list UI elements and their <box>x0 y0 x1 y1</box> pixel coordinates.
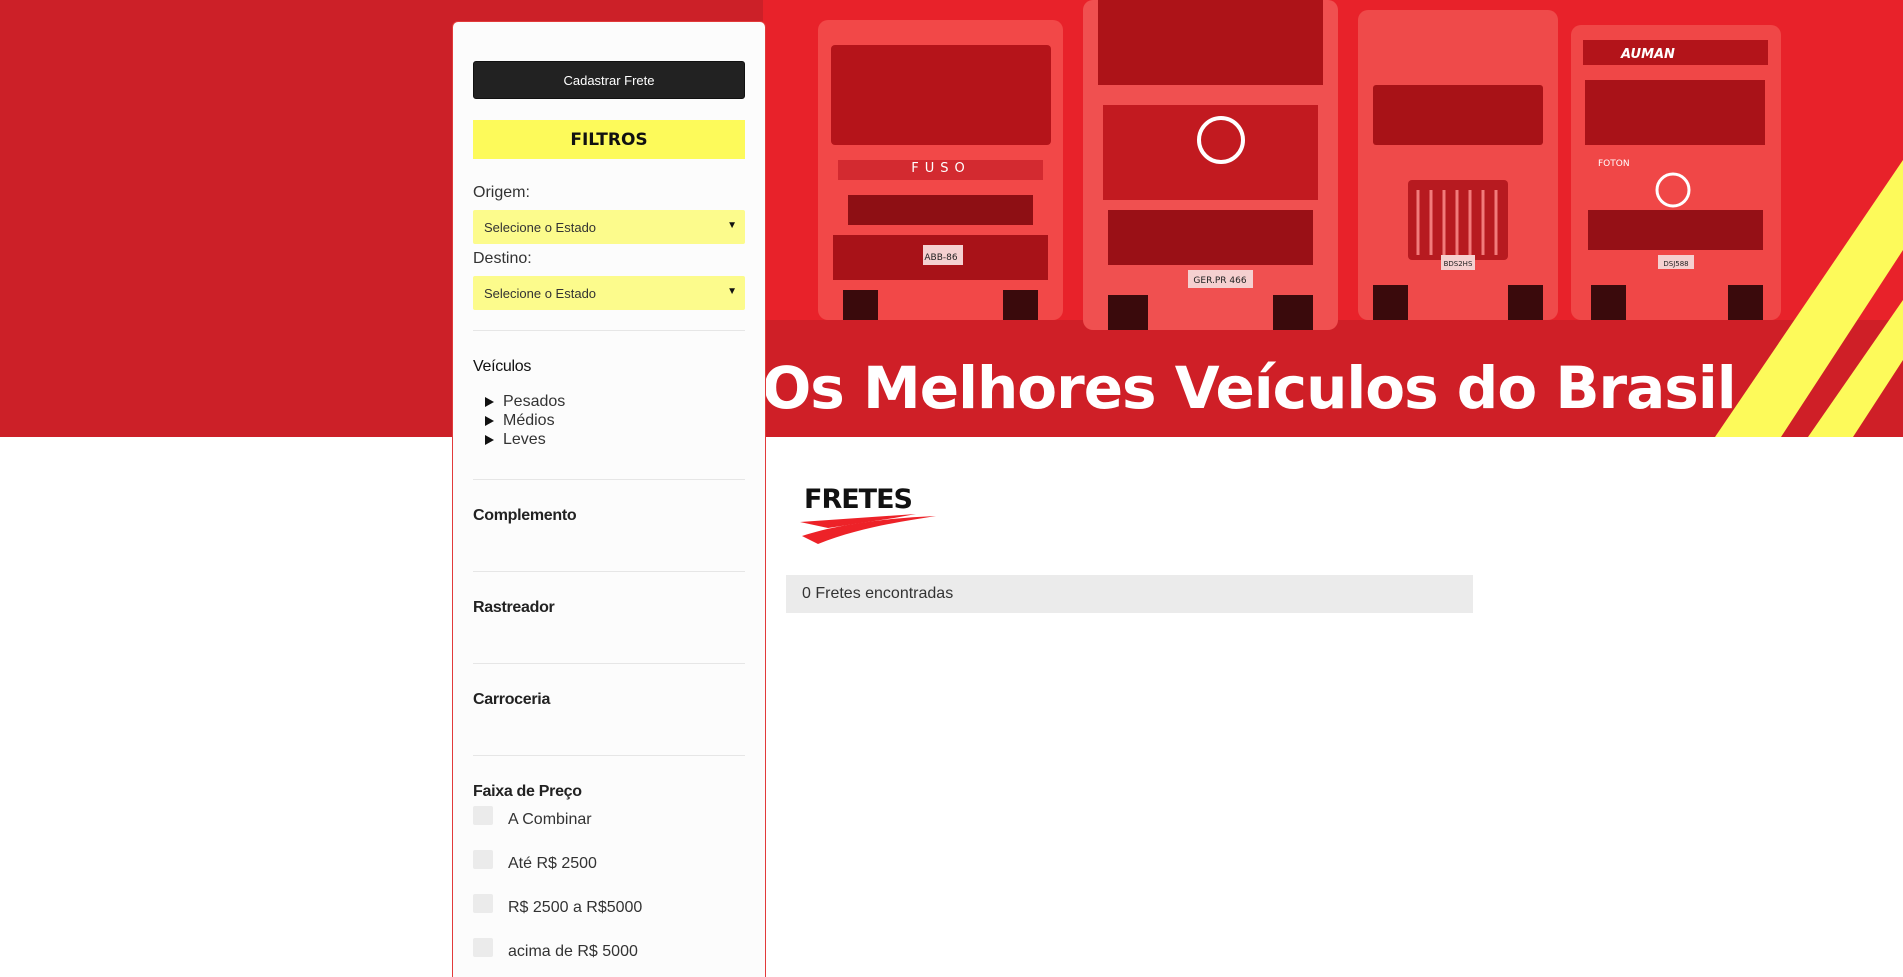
expand-triangle-icon <box>485 397 494 407</box>
divider <box>473 330 745 331</box>
divider <box>473 571 745 572</box>
origin-select[interactable]: Selecione o Estado ▼ <box>473 210 745 244</box>
register-freight-button[interactable]: Cadastrar Frete <box>473 61 745 99</box>
hero-title: Os Melhores Veículos do Brasil <box>762 354 1737 422</box>
truck-2-plate: GER.PR 466 <box>1193 276 1246 286</box>
chevron-down-icon: ▼ <box>727 286 737 297</box>
price-option-label: A Combinar <box>508 811 592 828</box>
checkbox[interactable] <box>473 937 493 957</box>
price-option-a-combinar[interactable]: A Combinar <box>473 805 592 829</box>
price-option-label: Até R$ 2500 <box>508 855 597 872</box>
vehicle-item-leves[interactable]: Leves <box>485 431 546 449</box>
vehicle-item-pesados[interactable]: Pesados <box>485 393 565 411</box>
divider <box>473 755 745 756</box>
price-option-ate-2500[interactable]: Até R$ 2500 <box>473 849 597 873</box>
results-count-bar: 0 Fretes encontradas <box>786 575 1473 613</box>
price-option-acima-5000[interactable]: acima de R$ 5000 <box>473 937 638 961</box>
filters-heading: FILTROS <box>473 120 745 159</box>
truck-4-badge: AUMAN <box>1620 47 1675 62</box>
filter-sidebar: Cadastrar Frete FILTROS Origem: Selecion… <box>452 21 766 977</box>
price-option-2500-5000[interactable]: R$ 2500 a R$5000 <box>473 893 643 917</box>
expand-triangle-icon <box>485 435 494 445</box>
fretes-logo: FRETES <box>800 484 936 544</box>
destination-select-value: Selecione o Estado <box>484 285 597 301</box>
expand-triangle-icon <box>485 416 494 426</box>
tracker-title: Rastreador <box>473 599 555 616</box>
truck-1-plate: ABB-86 <box>924 253 957 263</box>
vehicle-item-label: Pesados <box>503 393 566 410</box>
truck-4-plate: DSJ588 <box>1663 260 1688 268</box>
fretes-logo-text: FRETES <box>804 484 912 515</box>
checkbox[interactable] <box>473 805 493 825</box>
destination-select[interactable]: Selecione o Estado ▼ <box>473 276 745 310</box>
origin-label: Origem: <box>473 184 530 201</box>
body-type-title: Carroceria <box>473 691 551 708</box>
price-option-label: acima de R$ 5000 <box>508 943 638 960</box>
truck-4-brand: FOTON <box>1598 159 1630 169</box>
checkbox[interactable] <box>473 893 493 913</box>
vehicles-title: Veículos <box>473 358 532 375</box>
truck-3-plate: BDS2HS <box>1444 260 1473 268</box>
chevron-down-icon: ▼ <box>727 220 737 231</box>
price-option-label: R$ 2500 a R$5000 <box>508 899 643 916</box>
divider <box>473 663 745 664</box>
truck-1-brand: FUSO <box>911 161 970 176</box>
destination-label: Destino: <box>473 250 532 267</box>
checkbox[interactable] <box>473 849 493 869</box>
divider <box>473 479 745 480</box>
vehicle-item-label: Leves <box>503 431 546 448</box>
complement-title: Complemento <box>473 507 577 524</box>
vehicle-item-label: Médios <box>503 412 555 429</box>
hero-banner: ABB-86 FUSO GER.PR 466 BDS2HS AUMAN FOTO… <box>0 0 1903 437</box>
origin-select-value: Selecione o Estado <box>484 219 597 235</box>
price-range-title: Faixa de Preço <box>473 783 582 800</box>
results-count-text: 0 Fretes encontradas <box>802 585 954 602</box>
vehicle-item-medios[interactable]: Médios <box>485 412 555 430</box>
